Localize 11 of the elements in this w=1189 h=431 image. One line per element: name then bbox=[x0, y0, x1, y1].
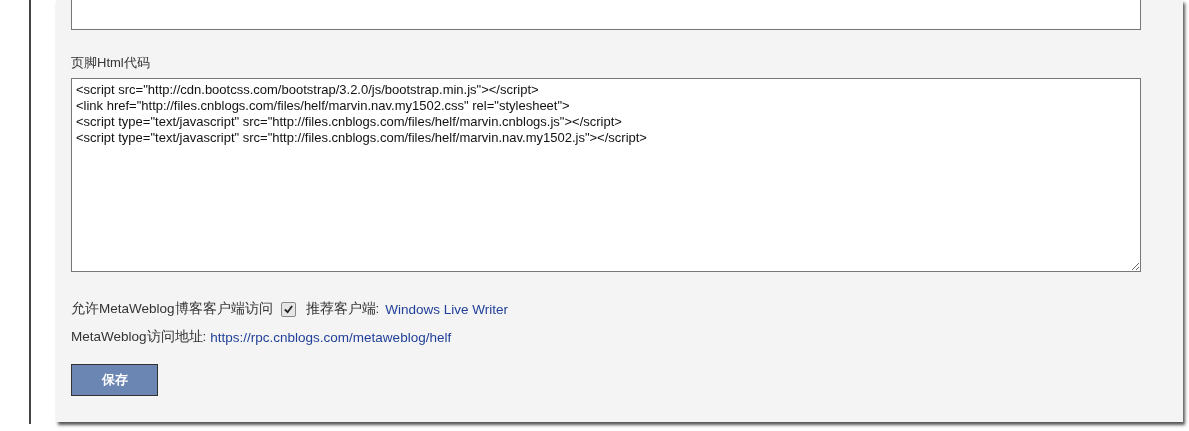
text-field[interactable] bbox=[71, 0, 1141, 30]
save-button[interactable]: 保存 bbox=[71, 364, 158, 396]
address-link[interactable]: https://rpc.cnblogs.com/metaweblog/helf bbox=[210, 329, 452, 345]
recommend-label: 推荐客户端: bbox=[305, 300, 380, 318]
check-icon bbox=[283, 304, 293, 314]
client-link[interactable]: Windows Live Writer bbox=[385, 301, 509, 317]
checkbox-label: 允许MetaWeblog博客客户端访问 bbox=[71, 300, 273, 318]
address-label: MetaWeblog访问地址: bbox=[71, 328, 207, 346]
field-label: 页脚Html代码 bbox=[71, 54, 151, 72]
checkbox[interactable] bbox=[280, 301, 296, 317]
code-field[interactable]: <script src="http://cdn.bootcss.com/bootstrap/3.2.0/js/bootstrap.min.js"></script> <link href="http://files.cnblogs.com/files/helf/marvin.nav.my1502.css" rel="stylesheet"> <script type="text/javascript" src="http://files.cnblogs.com/files/helf/marvin.cnblogs.js"></script> <script type="text/javascript" src="http://files.cnblogs.com/files/helf/marvin.nav.my1502.js"></script> bbox=[71, 78, 1141, 272]
